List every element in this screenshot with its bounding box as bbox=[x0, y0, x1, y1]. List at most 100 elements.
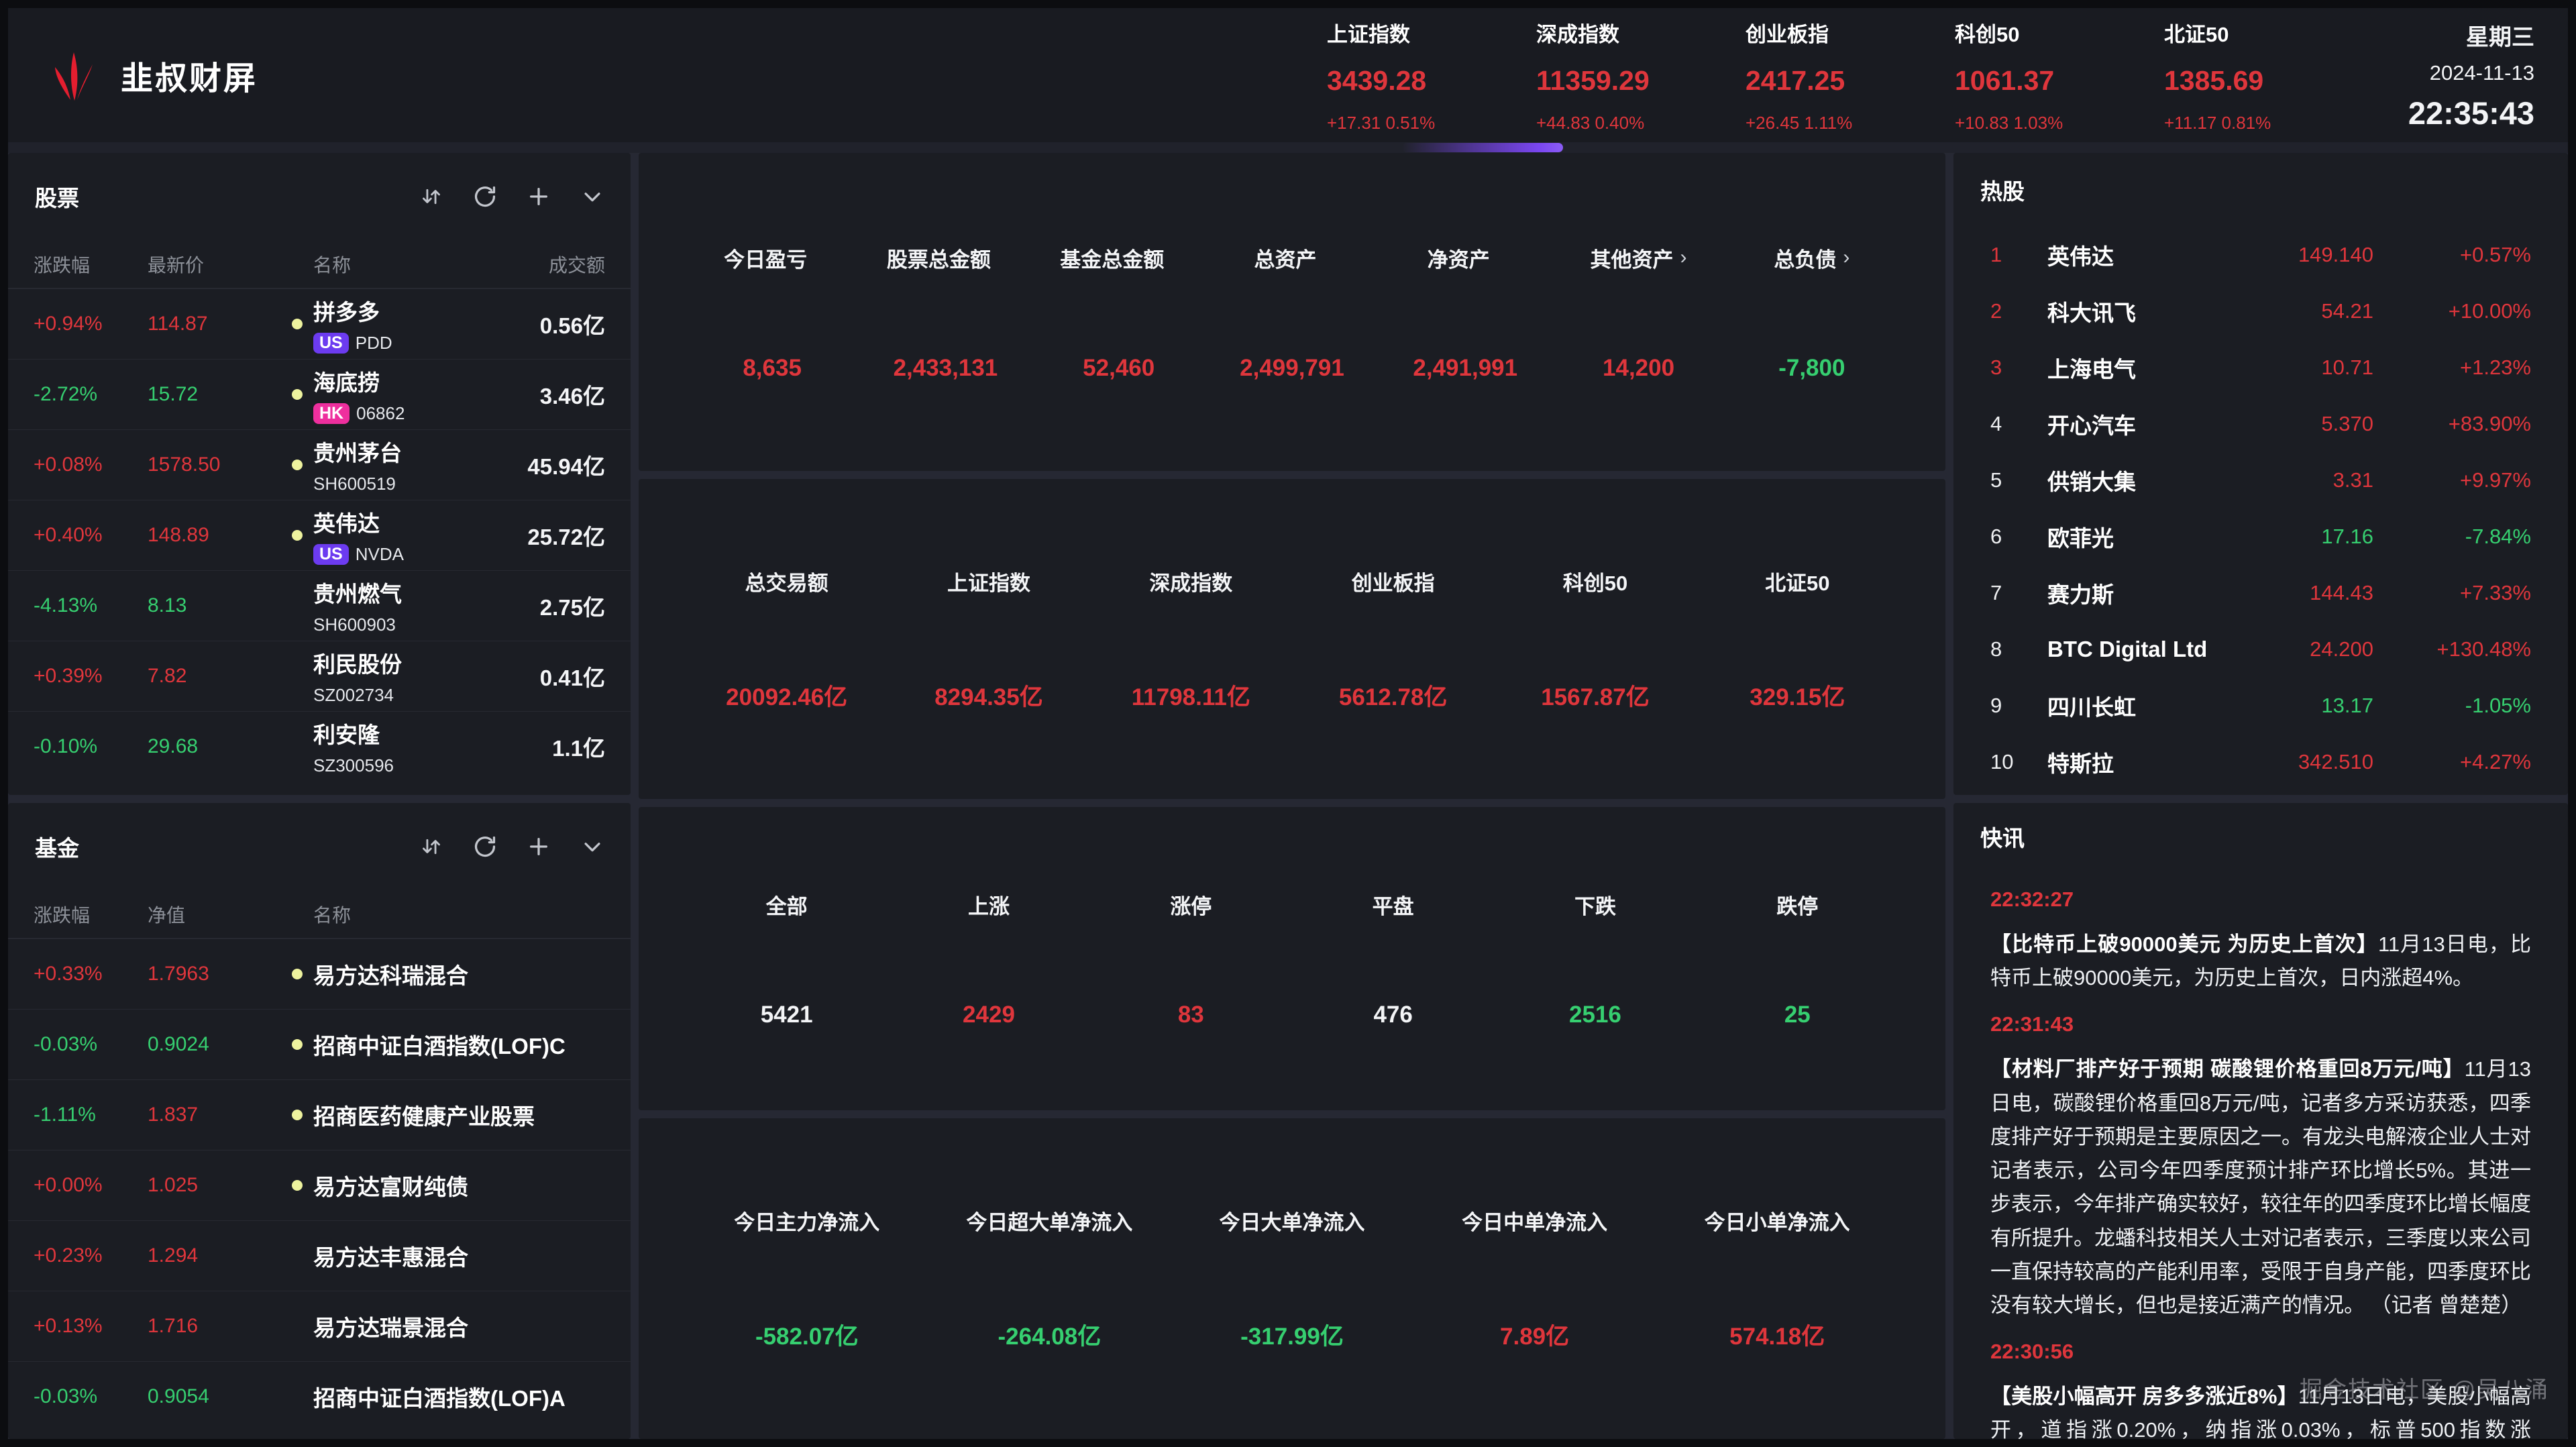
fund-row[interactable]: +0.13% 1.716 易方达瑞景混合 bbox=[8, 1291, 631, 1361]
fund-pct: -0.03% bbox=[34, 1033, 148, 1056]
stock-code: SH600903 bbox=[313, 614, 396, 635]
stock-turnover: 25.72亿 bbox=[464, 519, 605, 551]
news-timestamp: 22:30:56 bbox=[1990, 1340, 2531, 1364]
middle-column: 今日盈亏› 8,635 股票总金额› 2,433,131 基金总金额› 52,4… bbox=[639, 153, 1945, 1439]
hot-rank: 10 bbox=[1990, 750, 2047, 774]
fund-name-cell: 易方达瑞景混合 bbox=[292, 1310, 605, 1342]
stat-value: 5612.78亿 bbox=[1339, 678, 1448, 712]
stat-column[interactable]: 其他资产› 14,200 bbox=[1552, 153, 1725, 471]
stat-column[interactable]: 总资产› 2,499,791 bbox=[1205, 153, 1379, 471]
stock-name-cell: 贵州茅台 SH600519 bbox=[292, 435, 464, 494]
chevron-down-icon[interactable] bbox=[581, 185, 604, 208]
hot-stock-name: 欧菲光 bbox=[2047, 521, 2206, 553]
hot-rank: 4 bbox=[1990, 412, 2047, 436]
refresh-icon[interactable] bbox=[474, 835, 496, 858]
fund-row[interactable]: -1.11% 1.837 招商医药健康产业股票 bbox=[8, 1079, 631, 1150]
hot-stock-price: 54.21 bbox=[2206, 299, 2373, 323]
fund-row[interactable]: -0.03% 0.9024 招商中证白酒指数(LOF)C bbox=[8, 1009, 631, 1079]
stat-label: 北证50 bbox=[1765, 566, 1829, 596]
fund-row[interactable]: +0.00% 1.025 易方达富财纯债 bbox=[8, 1150, 631, 1220]
stat-column[interactable]: 净资产› 2,491,991 bbox=[1379, 153, 1552, 471]
hot-stock-row[interactable]: 8 BTC Digital Ltd. 24.200 +130.48% bbox=[1953, 621, 2568, 678]
stat-column[interactable]: 股票总金额› 2,433,131 bbox=[859, 153, 1032, 471]
fund-row[interactable]: -0.03% 0.9054 招商中证白酒指数(LOF)A bbox=[8, 1361, 631, 1432]
stat-column: 今日主力净流入 -582.07亿 bbox=[686, 1118, 928, 1439]
stock-pct: +0.08% bbox=[34, 453, 148, 476]
holding-dot-icon bbox=[292, 1110, 303, 1120]
hot-stock-price: 342.510 bbox=[2206, 750, 2373, 774]
fund-name: 招商医药健康产业股票 bbox=[313, 1099, 535, 1131]
hot-stock-row[interactable]: 10 特斯拉 342.510 +4.27% bbox=[1953, 734, 2568, 790]
plus-icon[interactable] bbox=[527, 185, 550, 208]
hot-stock-row[interactable]: 1 英伟达 149.140 +0.57% bbox=[1953, 227, 2568, 283]
chevron-right-icon: › bbox=[1680, 246, 1687, 269]
stock-row[interactable]: -4.13% 8.13 贵州燃气 SH600903 bbox=[8, 570, 631, 641]
stock-row[interactable]: +0.94% 114.87 拼多多 US PDD bbox=[8, 288, 631, 359]
hot-stock-name: 开心汽车 bbox=[2047, 408, 2206, 440]
index-value: 11359.29 bbox=[1536, 65, 1746, 97]
hot-stock-row[interactable]: 5 供销大集 3.31 +9.97% bbox=[1953, 452, 2568, 508]
stock-row[interactable]: +0.08% 1578.50 贵州茅台 SH600519 bbox=[8, 429, 631, 500]
stocks-panel: 股票 涨跌幅 最新价 名称 成交额 +0.94% 11 bbox=[8, 153, 631, 795]
stat-value: 2429 bbox=[963, 1002, 1015, 1028]
stat-value: 2,433,131 bbox=[894, 355, 998, 382]
stat-label: 平盘 bbox=[1373, 890, 1414, 920]
hot-stock-pct: +0.57% bbox=[2373, 243, 2531, 267]
fund-nav: 1.294 bbox=[148, 1244, 292, 1267]
fund-pct: -1.11% bbox=[34, 1104, 148, 1126]
news-item[interactable]: 22:32:27 【比特币上破90000美元 为历史上首次】11月13日电，比特… bbox=[1990, 888, 2531, 995]
stock-row[interactable]: -2.72% 15.72 海底捞 HK 06862 bbox=[8, 359, 631, 429]
fund-name-cell: 招商医药健康产业股票 bbox=[292, 1099, 605, 1131]
stock-row[interactable]: -0.10% 29.68 利安隆 SZ300596 bbox=[8, 711, 631, 782]
fund-row[interactable]: +0.33% 1.7963 易方达科瑞混合 bbox=[8, 939, 631, 1009]
stock-pct: +0.40% bbox=[34, 524, 148, 547]
sort-icon[interactable] bbox=[420, 835, 443, 858]
news-panel-header: 快讯 bbox=[1953, 803, 2568, 870]
stat-label: 创业板指 bbox=[1352, 566, 1435, 596]
right-column: 热股 1 英伟达 149.140 +0.57% 2 科大讯飞 54.21 bbox=[1953, 153, 2568, 1439]
news-headline: 【比特币上破90000美元 为历史上首次】 bbox=[1990, 932, 2378, 956]
news-body: 【材料厂排产好于预期 碳酸锂价格重回8万元/吨】11月13日电，碳酸锂价格重回8… bbox=[1990, 1053, 2531, 1322]
index-change: +11.17 0.81% bbox=[2164, 113, 2373, 133]
sort-icon[interactable] bbox=[420, 185, 443, 208]
stat-label: 深成指数 bbox=[1149, 566, 1232, 596]
fund-name: 易方达科瑞混合 bbox=[313, 958, 468, 990]
stat-label: 总负债› bbox=[1774, 243, 1849, 273]
stat-value: 329.15亿 bbox=[1750, 678, 1845, 712]
stat-value: -7,800 bbox=[1778, 355, 1845, 382]
hot-stock-row[interactable]: 4 开心汽车 5.370 +83.90% bbox=[1953, 396, 2568, 452]
stock-row[interactable]: +0.40% 148.89 英伟达 US NVDA bbox=[8, 500, 631, 570]
hot-stock-row[interactable]: 2 科大讯飞 54.21 +10.00% bbox=[1953, 283, 2568, 339]
hot-stock-price: 149.140 bbox=[2206, 243, 2373, 267]
hot-stock-row[interactable]: 9 四川长虹 13.17 -1.05% bbox=[1953, 678, 2568, 734]
holding-dot-icon bbox=[292, 1180, 303, 1191]
news-item[interactable]: 22:31:43 【材料厂排产好于预期 碳酸锂价格重回8万元/吨】11月13日电… bbox=[1990, 1012, 2531, 1322]
stock-row[interactable]: +0.39% 7.82 利民股份 SZ002734 bbox=[8, 641, 631, 711]
stat-label: 净资产› bbox=[1428, 243, 1503, 273]
col-header-turnover: 成交额 bbox=[464, 251, 605, 278]
stock-pct: +0.39% bbox=[34, 665, 148, 688]
left-column: 股票 涨跌幅 最新价 名称 成交额 +0.94% 11 bbox=[8, 153, 631, 1439]
stat-column[interactable]: 基金总金额› 52,460 bbox=[1032, 153, 1205, 471]
stock-name-cell: 英伟达 US NVDA bbox=[292, 506, 464, 565]
news-item[interactable]: 22:30:56 【美股小幅高开 房多多涨近8%】11月13日电，美股小幅高开，… bbox=[1990, 1340, 2531, 1439]
refresh-icon[interactable] bbox=[474, 185, 496, 208]
hot-stock-row[interactable]: 6 欧菲光 17.16 -7.84% bbox=[1953, 508, 2568, 565]
stock-name-cell: 利民股份 SZ002734 bbox=[292, 647, 464, 706]
holding-dot-icon bbox=[292, 389, 303, 400]
stock-name: 利安隆 bbox=[313, 717, 394, 749]
top-bar: 韭叔财屏 上证指数 3439.28 +17.31 0.51% 深成指数 1135… bbox=[8, 8, 2568, 142]
market-turnover-panel: 总交易额 20092.46亿 上证指数 8294.35亿 深成指数 11798.… bbox=[639, 479, 1945, 799]
datetime-block: 星期三 2024-11-13 22:35:43 bbox=[2380, 19, 2534, 131]
market-badge: US bbox=[313, 544, 349, 565]
stat-value: 14,200 bbox=[1603, 355, 1674, 382]
hot-stock-row[interactable]: 3 上海电气 10.71 +1.23% bbox=[1953, 339, 2568, 396]
chevron-down-icon[interactable] bbox=[581, 835, 604, 858]
stat-column[interactable]: 今日盈亏› 8,635 bbox=[686, 153, 859, 471]
plus-icon[interactable] bbox=[527, 835, 550, 858]
col-header-nav: 净值 bbox=[148, 901, 292, 928]
stat-column[interactable]: 总负债› -7,800 bbox=[1725, 153, 1898, 471]
hot-stock-row[interactable]: 7 赛力斯 144.43 +7.33% bbox=[1953, 565, 2568, 621]
funds-table-body: +0.33% 1.7963 易方达科瑞混合 -0.03% 0.9024 bbox=[8, 939, 631, 1432]
fund-row[interactable]: +0.23% 1.294 易方达丰惠混合 bbox=[8, 1220, 631, 1291]
